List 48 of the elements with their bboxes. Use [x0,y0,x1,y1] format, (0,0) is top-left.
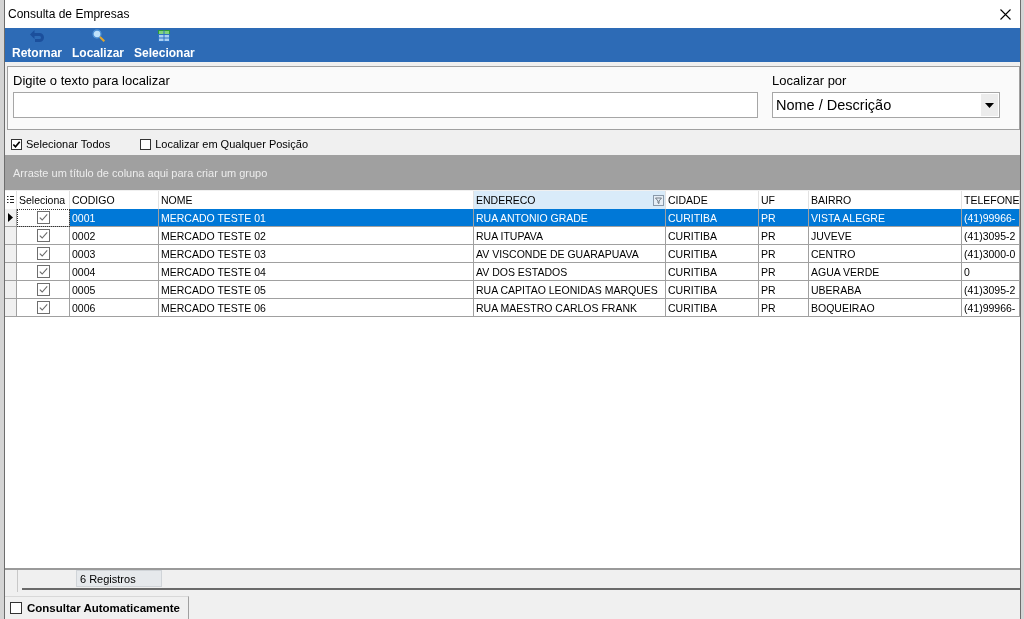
table-row[interactable]: 0001 MERCADO TESTE 01 RUA ANTONIO GRADE CURITIBA PR VISTA ALEGRE (41)99966- [5,209,1020,227]
window-title: Consulta de Empresas [8,7,130,21]
checkbox-option[interactable]: Selecionar Todos [11,138,111,150]
column-header[interactable]: TELEFONE [962,191,1020,209]
table-cell: MERCADO TESTE 06 [159,299,474,317]
table-row[interactable]: 0005 MERCADO TESTE 05 RUA CAPITAO LEONIDAS MARQUES CURITIBA PR UBERABA (41)3095-2 [5,281,1020,299]
search-field[interactable] [13,92,758,118]
field-label: Localizar por [772,73,848,88]
field-label: Digite o texto para localizar [13,73,171,88]
checkbox-option[interactable]: Localizar em Qualquer Posição [140,138,309,150]
table-row[interactable]: 0003 MERCADO TESTE 03 AV VISCONDE DE GUARAPUAVA CURITIBA PR CENTRO (41)3000-0 [5,245,1020,263]
group-hint: Arraste um título de coluna aqui para criar um grupo [13,166,268,179]
table-cell: CURITIBA [666,299,759,317]
close-icon [999,8,1011,20]
filter-icon[interactable] [653,194,664,206]
search-by-dropdown[interactable]: Nome / Descrição [772,92,1000,118]
column-header[interactable]: CIDADE [666,191,759,209]
back-arrow-icon [30,30,44,42]
column-header[interactable]: BAIRRO [809,191,962,209]
table-row[interactable]: 0006 MERCADO TESTE 06 RUA MAESTRO CARLOS FRANK CURITIBA PR BOQUEIRAO (41)99966- [5,299,1020,317]
column-header[interactable]: Seleciona [17,191,70,209]
checkbox-icon[interactable] [36,265,50,278]
checkbox-icon[interactable] [36,211,50,224]
auto-query-checkbox[interactable]: Consultar Automaticamente [5,596,189,619]
table-cell: BOQUEIRAO [809,299,962,317]
checkbox-icon[interactable] [36,247,50,260]
table-row[interactable]: 0004 MERCADO TESTE 04 AV DOS ESTADOS CURITIBA PR AGUA VERDE 0 [5,263,1020,281]
table-cell: 0006 [70,299,159,317]
checkbox-icon[interactable] [36,283,50,296]
checkbox-icon[interactable] [36,301,50,314]
caret-icon [981,94,998,116]
column-header[interactable]: NOME [159,191,474,209]
table-cell: RUA MAESTRO CARLOS FRANK [474,299,666,317]
list-icon[interactable] [7,196,14,204]
grid-icon [158,30,171,42]
column-header[interactable]: UF [759,191,809,209]
table-row[interactable]: 0002 MERCADO TESTE 02 RUA ITUPAVA CURITIBA PR JUVEVE (41)3095-2 [5,227,1020,245]
column-header[interactable]: ENDERECO [474,191,666,209]
column-header[interactable]: CODIGO [70,191,159,209]
select-button[interactable]: Selecionar [129,27,200,61]
row-indicator-icon [8,213,13,222]
table-cell: (41)99966- [962,299,1020,317]
search-icon [91,29,105,42]
table-cell: PR [759,299,809,317]
checkbox-icon[interactable] [36,229,50,242]
search-button[interactable]: Localizar [67,26,130,61]
record-count: 6 Registros [76,570,162,587]
back-button[interactable]: Retornar [7,27,67,61]
